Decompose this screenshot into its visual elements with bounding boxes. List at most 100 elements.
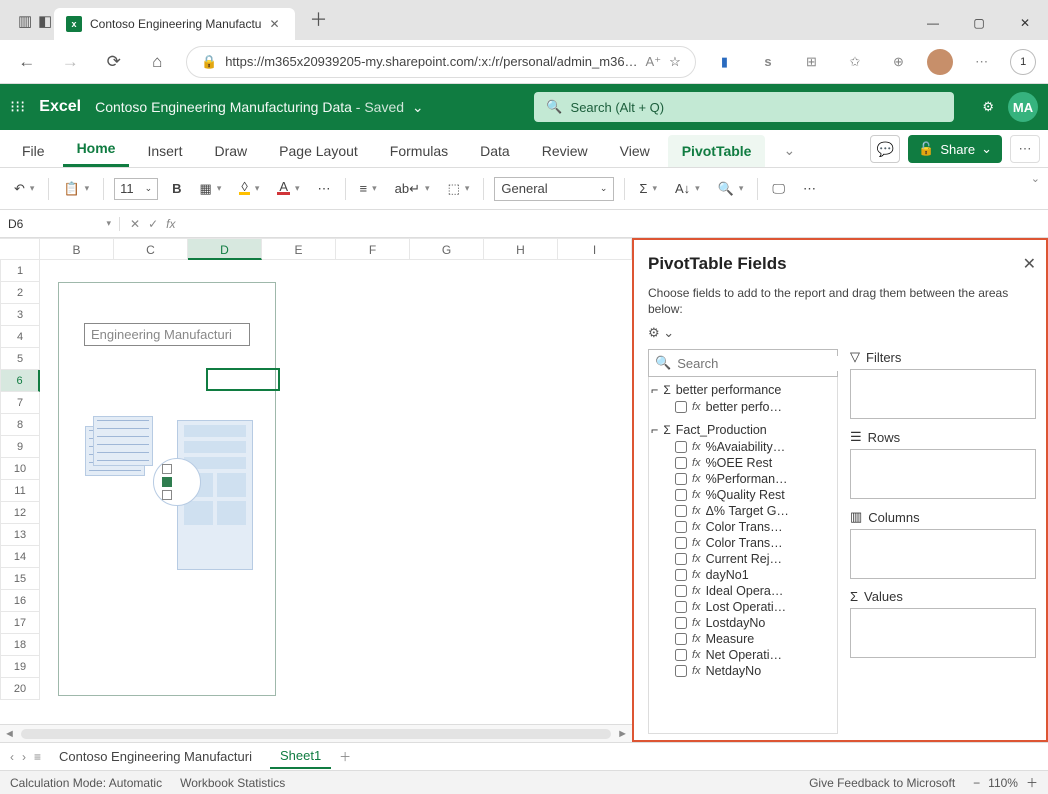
browser-tab[interactable]: x Contoso Engineering Manufactu ✕ <box>54 8 295 40</box>
document-name[interactable]: Contoso Engineering Manufacturing Data -… <box>95 99 423 116</box>
field-item[interactable]: fxdayNo1 <box>651 567 835 583</box>
tab-insert[interactable]: Insert <box>133 135 196 167</box>
field-group[interactable]: ⌐ΣFact_Production <box>651 421 835 439</box>
favorite-icon[interactable]: ☆ <box>669 54 681 70</box>
user-avatar[interactable]: MA <box>1008 92 1038 122</box>
cells-grid[interactable]: Engineering Manufacturi <box>40 260 632 724</box>
profile-avatar[interactable] <box>927 49 953 75</box>
active-cell-d6[interactable] <box>206 368 280 391</box>
analyze-button[interactable]: 🖵 <box>768 179 789 199</box>
fill-color-button[interactable]: ◊ <box>235 180 263 197</box>
notifications-badge[interactable]: 1 <box>1010 49 1036 75</box>
comments-button[interactable]: 💬 <box>870 135 900 163</box>
tab-actions-icon[interactable]: ▥ <box>8 12 28 40</box>
sheet-tab-2[interactable]: Sheet1 <box>270 744 331 769</box>
back-button[interactable]: ← <box>12 52 42 72</box>
column-headers[interactable]: BC D EF GHI <box>0 238 632 260</box>
pivottable-placeholder[interactable]: Engineering Manufacturi <box>58 282 276 696</box>
more-font-button[interactable]: ⋯ <box>314 179 335 199</box>
sheet-prev-icon[interactable]: ‹ <box>10 750 14 764</box>
close-tab-icon[interactable]: ✕ <box>269 17 283 31</box>
field-item[interactable]: fxColor Trans… <box>651 519 835 535</box>
field-item[interactable]: fxIdeal Opera… <box>651 583 835 599</box>
sort-button[interactable]: A↓ <box>671 179 704 198</box>
field-item[interactable]: fx%Quality Rest <box>651 487 835 503</box>
address-bar[interactable]: 🔒 https://m365x20939205-my.sharepoint.co… <box>186 46 696 78</box>
extensions-icon[interactable]: ⊞ <box>797 54 827 70</box>
reader-icon[interactable]: A⁺ <box>646 54 662 70</box>
tab-view[interactable]: View <box>606 135 664 167</box>
row-headers[interactable]: 12345 6 7891011121314151617181920 <box>0 260 40 724</box>
tab-review[interactable]: Review <box>528 135 602 167</box>
tab-home[interactable]: Home <box>63 132 130 167</box>
tab-draw[interactable]: Draw <box>200 135 261 167</box>
window-minimize-button[interactable]: ― <box>910 6 956 40</box>
font-size-selector[interactable]: 11⌄ <box>114 178 158 200</box>
field-item[interactable]: fxbetter perfo… <box>651 399 835 415</box>
columns-region[interactable]: ▥Columns <box>850 509 1036 579</box>
close-panel-icon[interactable]: ✕ <box>1023 254 1036 274</box>
field-item[interactable]: fxCurrent Rej… <box>651 551 835 567</box>
field-item[interactable]: fxNet Operati… <box>651 647 835 663</box>
find-button[interactable]: 🔍 <box>714 179 748 199</box>
horizontal-scrollbar[interactable]: ◄► <box>0 724 632 742</box>
wrap-text-button[interactable]: ab↵ <box>391 179 434 199</box>
collapse-ribbon-icon[interactable]: ⌄ <box>1031 172 1040 185</box>
number-format-selector[interactable]: General⌄ <box>494 177 614 201</box>
fx-icon[interactable]: fx <box>166 217 175 231</box>
ribbon-chevron-icon[interactable]: ⌄ <box>769 134 809 167</box>
zoom-in-icon[interactable]: ＋ <box>1026 774 1038 791</box>
undo-button[interactable]: ↶ <box>10 179 38 199</box>
sheet-next-icon[interactable]: › <box>22 750 26 764</box>
new-tab-button[interactable]: ＋ <box>295 6 341 40</box>
borders-button[interactable]: ▦ <box>196 179 226 199</box>
more-commands-button[interactable]: ⋯ <box>799 179 820 199</box>
name-box[interactable]: D6▾ <box>0 217 120 231</box>
addblock-icon[interactable]: s <box>753 54 783 69</box>
autosum-button[interactable]: Σ <box>635 179 661 198</box>
tab-file[interactable]: File <box>8 135 59 167</box>
workbook-stats-label[interactable]: Workbook Statistics <box>180 776 285 790</box>
favorites-icon[interactable]: ✩ <box>840 54 870 70</box>
search-box[interactable]: 🔍 Search (Alt + Q) <box>534 92 954 122</box>
merge-button[interactable]: ⬚ <box>444 179 474 199</box>
share-button[interactable]: 🔓 Share ⌄ <box>908 135 1002 163</box>
reading-list-icon[interactable]: ▮ <box>710 54 740 70</box>
refresh-button[interactable]: ⟳ <box>99 52 129 72</box>
calc-mode-label[interactable]: Calculation Mode: Automatic <box>10 776 162 790</box>
font-color-button[interactable]: A <box>273 180 303 197</box>
zoom-out-icon[interactable]: − <box>973 776 980 790</box>
collections-icon[interactable]: ◧ <box>28 12 48 40</box>
window-close-button[interactable]: ✕ <box>1002 6 1048 40</box>
sheet-tab-1[interactable]: Contoso Engineering Manufacturi <box>49 745 262 768</box>
zoom-level[interactable]: 110% <box>988 776 1018 790</box>
more-icon[interactable]: ⋯ <box>967 54 997 70</box>
field-item[interactable]: fxLost Operati… <box>651 599 835 615</box>
field-item[interactable]: fx%Performan… <box>651 471 835 487</box>
field-item[interactable]: fx%OEE Rest <box>651 455 835 471</box>
field-item[interactable]: fxMeasure <box>651 631 835 647</box>
accept-formula-icon[interactable]: ✓ <box>148 217 158 231</box>
feedback-link[interactable]: Give Feedback to Microsoft <box>809 776 955 790</box>
app-launcher-icon[interactable]: ⁝⁝⁝ <box>10 97 25 117</box>
field-item[interactable]: fx%Avaiability… <box>651 439 835 455</box>
collections-icon[interactable]: ⊕ <box>884 54 914 70</box>
values-region[interactable]: ΣValues <box>850 589 1036 658</box>
panel-settings-icon[interactable]: ⚙ ⌄ <box>648 325 1036 341</box>
tab-data[interactable]: Data <box>466 135 524 167</box>
field-group[interactable]: ⌐Σbetter performance <box>651 381 835 399</box>
settings-icon[interactable]: ⚙ <box>982 99 994 115</box>
field-item[interactable]: fxΔ% Target G… <box>651 503 835 519</box>
tab-pivottable[interactable]: PivotTable <box>668 135 766 167</box>
align-button[interactable]: ≡ <box>356 179 381 198</box>
tab-formulas[interactable]: Formulas <box>376 135 462 167</box>
filters-region[interactable]: ▽Filters <box>850 349 1036 419</box>
home-button[interactable]: ⌂ <box>143 52 173 72</box>
field-item[interactable]: fxNetdayNo <box>651 663 835 679</box>
tab-page-layout[interactable]: Page Layout <box>265 135 372 167</box>
add-sheet-icon[interactable]: ＋ <box>339 748 351 765</box>
ribbon-more-button[interactable]: ⋯ <box>1010 135 1040 163</box>
field-item[interactable]: fxColor Trans… <box>651 535 835 551</box>
rows-region[interactable]: ☰Rows <box>850 429 1036 499</box>
paste-button[interactable]: 📋 <box>59 179 93 199</box>
